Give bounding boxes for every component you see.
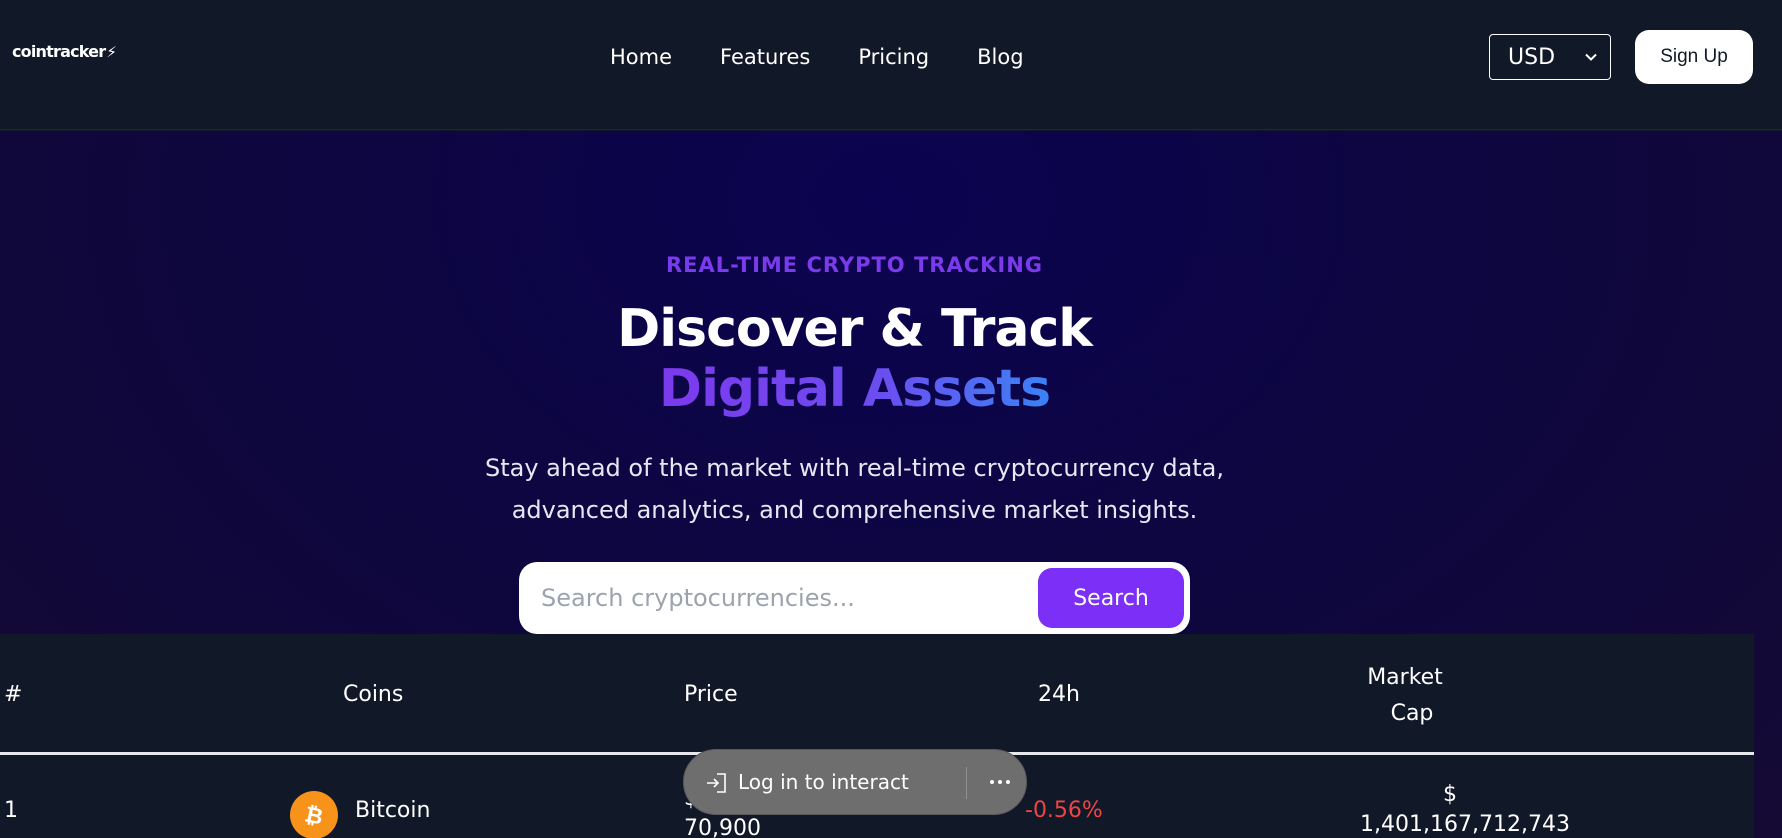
hero-subtitle-line2: advanced analytics, and comprehensive ma… [511,496,1198,524]
page: cointracker⚡ Home Features Pricing Blog … [0,0,1782,838]
chevron-down-icon [1584,50,1598,64]
hero-eyebrow: REAL-TIME CRYPTO TRACKING [665,253,1044,277]
header-coins[interactable]: Coins [343,677,403,713]
header-price[interactable]: Price [684,677,738,713]
sign-up-button[interactable]: Sign Up [1635,30,1753,84]
header-rank[interactable]: # [4,677,22,713]
nav-features-link[interactable]: Features [720,42,810,72]
currency-select[interactable]: USD [1489,34,1611,80]
header-24h[interactable]: 24h [1038,677,1080,713]
currency-value: USD [1508,44,1556,70]
header-market-cap[interactable]: Market Cap [1365,660,1445,732]
row-coin-name[interactable]: Bitcoin [355,798,430,823]
bolt-icon: ⚡ [106,43,117,61]
login-label[interactable]: Log in to interact [738,770,909,794]
logo[interactable]: cointracker⚡ [12,42,117,61]
hero-subtitle: Stay ahead of the market with real-time … [0,447,1709,531]
divider [966,767,967,799]
site-header: cointracker⚡ Home Features Pricing Blog … [0,0,1782,130]
table-header: # Coins Price 24h Market Cap [0,634,1754,755]
search-button[interactable]: Search [1038,568,1184,628]
hero-subtitle-line1: Stay ahead of the market with real-time … [484,454,1225,482]
search-bar: Search [519,562,1190,634]
hero-title-line1: Discover & Track [617,299,1093,359]
nav-blog-link[interactable]: Blog [977,42,1023,72]
login-icon [704,771,728,795]
row-market-cap: $ 1,401,167,712,743 [1360,782,1570,837]
login-prompt[interactable]: Log in to interact [683,749,1027,815]
row-rank: 1 [4,798,18,823]
nav-pricing-link[interactable]: Pricing [858,42,929,72]
row-change: -0.56% [1025,798,1103,823]
more-options-icon[interactable] [987,769,1013,795]
search-input[interactable] [541,574,1021,622]
main-nav: Home Features Pricing Blog [610,42,1024,72]
svg-text:₿: ₿ [302,802,325,830]
bitcoin-icon: ₿ [290,791,338,838]
hero-title: Discover & Track Digital Assets [0,299,1709,419]
hero-title-line2: Digital Assets [658,359,1051,419]
nav-home-link[interactable]: Home [610,42,672,72]
